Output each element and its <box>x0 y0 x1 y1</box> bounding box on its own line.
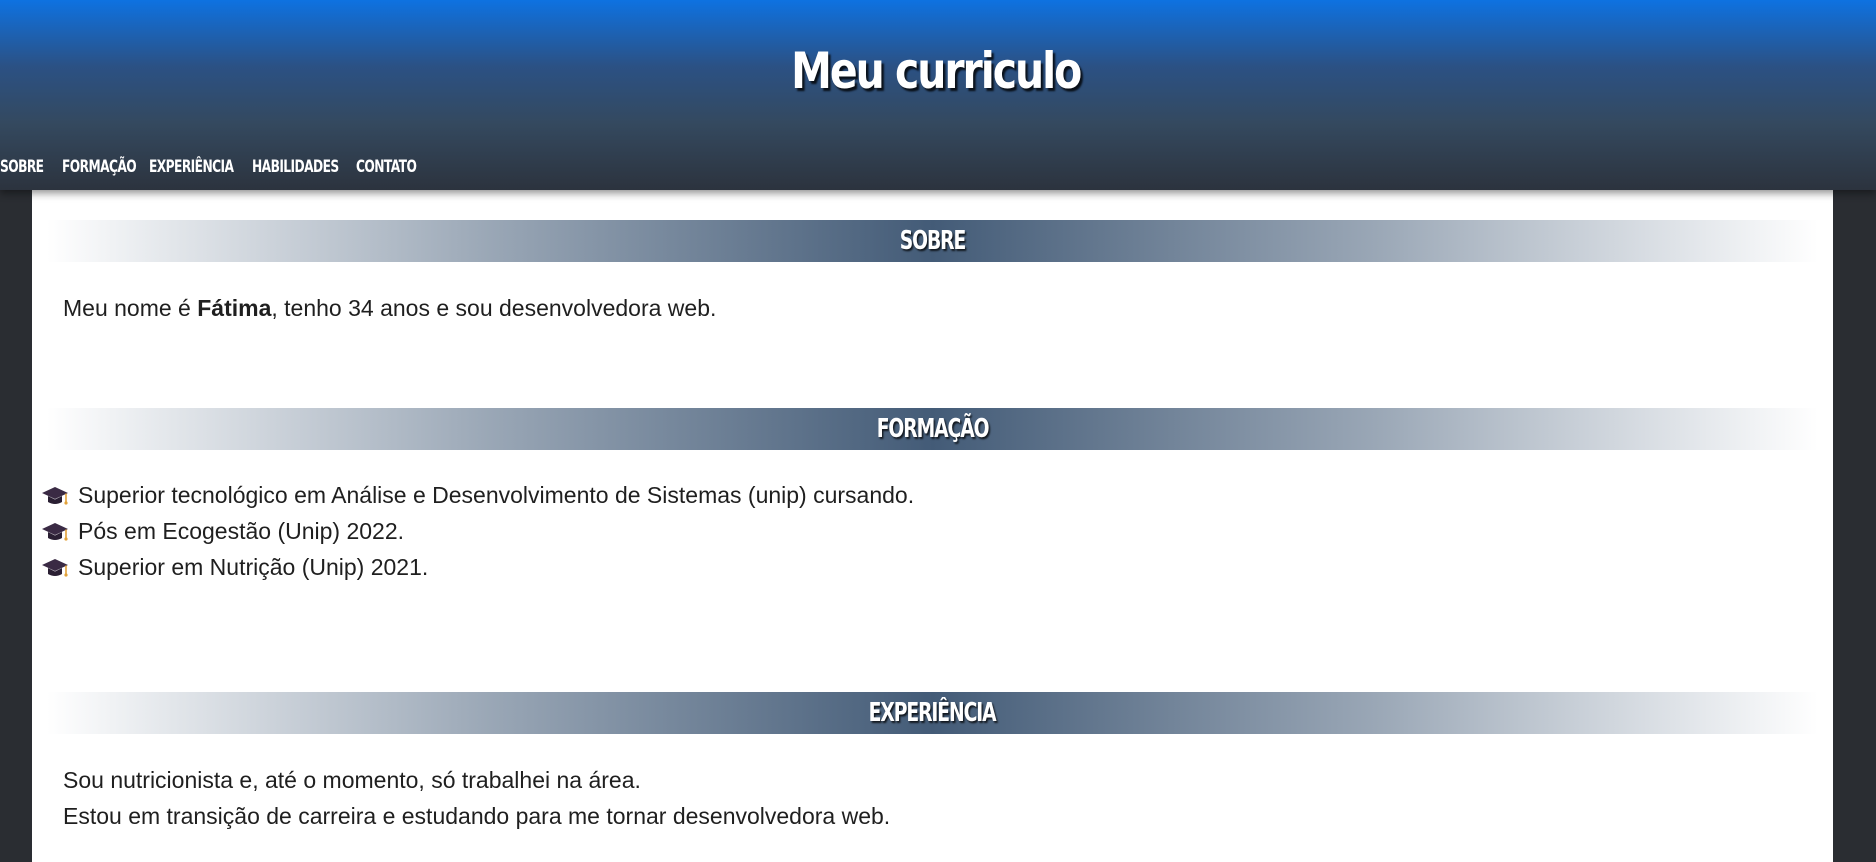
section-heading-sobre-label: SOBRE <box>899 226 967 256</box>
site-header: Meu curriculo SOBRE FORMAÇÃO EXPERIÊNCIA… <box>0 0 1876 190</box>
list-item: Superior tecnológico em Análise e Desenv… <box>40 477 914 513</box>
nav-link-experiencia[interactable]: EXPERIÊNCIA <box>149 152 234 182</box>
section-heading-formacao-label: FORMAÇÃO <box>876 414 990 444</box>
formacao-item-text: Superior tecnológico em Análise e Desenv… <box>78 481 915 508</box>
page-title: Meu curriculo <box>791 42 1082 100</box>
formacao-list: Superior tecnológico em Análise e Desenv… <box>40 477 914 585</box>
nav-link-formacao[interactable]: FORMAÇÃO <box>62 152 137 182</box>
nav-link-sobre[interactable]: SOBRE <box>0 152 44 182</box>
experiencia-line-1: Sou nutricionista e, até o momento, só t… <box>63 767 641 793</box>
section-heading-experiencia: EXPERIÊNCIA <box>47 692 1818 734</box>
list-item: Pós em Ecogestão (Unip) 2022. <box>40 513 914 549</box>
graduation-cap-icon <box>42 523 68 541</box>
sobre-text-after: , tenho 34 anos e sou desenvolvedora web… <box>271 295 717 321</box>
section-heading-experiencia-label: EXPERIÊNCIA <box>869 698 997 728</box>
graduation-cap-icon <box>42 487 68 505</box>
list-item: Superior em Nutrição (Unip) 2021. <box>40 549 914 585</box>
graduation-cap-icon <box>42 559 68 577</box>
section-heading-sobre: SOBRE <box>47 220 1818 262</box>
sobre-name: Fátima <box>197 295 272 321</box>
nav-link-habilidades[interactable]: HABILIDADES <box>252 152 339 182</box>
main-nav: SOBRE FORMAÇÃO EXPERIÊNCIA HABILIDADES C… <box>0 152 426 182</box>
formacao-item-text: Superior em Nutrição (Unip) 2021. <box>78 553 429 580</box>
experiencia-line-2: Estou em transição de carreira e estudan… <box>63 803 891 829</box>
sobre-text-before: Meu nome é <box>63 295 198 321</box>
nav-link-contato[interactable]: CONTATO <box>356 152 417 182</box>
sobre-paragraph: Meu nome é Fátima, tenho 34 anos e sou d… <box>63 290 716 326</box>
resume-content: SOBRE Meu nome é Fátima, tenho 34 anos e… <box>32 190 1833 862</box>
formacao-item-text: Pós em Ecogestão (Unip) 2022. <box>78 517 405 544</box>
section-heading-formacao: FORMAÇÃO <box>47 408 1818 450</box>
